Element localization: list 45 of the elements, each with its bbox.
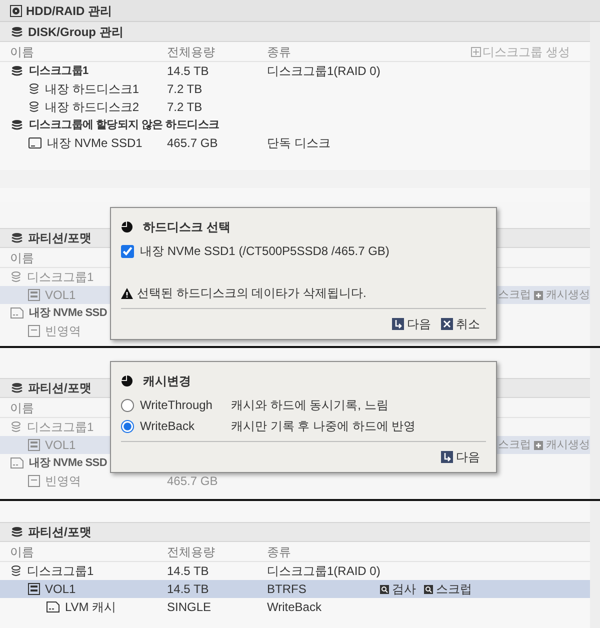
type-cell-text: 단독 디스크	[267, 135, 332, 152]
column-header: 종류	[267, 44, 291, 60]
column-header: 이름	[10, 544, 34, 560]
capacity-cell-text: 7.2 TB	[167, 99, 204, 116]
row-name: VOL1	[45, 581, 76, 598]
type-cell-text: 디스크그룹1(RAID 0)	[267, 63, 380, 80]
row-name: 내장 NVMe SSD1	[47, 135, 142, 152]
option-description: 캐시와 하드에 동시기록, 느림	[231, 397, 388, 414]
column-header: 전체용량	[167, 544, 215, 560]
capacity-cell-text: 7.2 TB	[167, 81, 204, 98]
row-name: VOL1	[45, 287, 76, 304]
warning-message: 선택된 하드디스크의 데이타가 삭제됩니다.	[137, 285, 366, 302]
capacity-cell-text: 14.5 TB	[167, 63, 210, 80]
row-name: 내장 NVMe SSD	[29, 456, 107, 471]
row-name: 디스크그룹1	[29, 64, 88, 79]
option-label: WriteBack	[140, 418, 196, 435]
type-cell-text: WriteBack	[267, 599, 322, 616]
capacity-cell-text: 465.7 GB	[167, 135, 219, 152]
capacity-cell-text: 14.5 TB	[167, 563, 210, 580]
type-cell-text: 디스크그룹1(RAID 0)	[267, 563, 380, 580]
row-name: 디스크그룹에 할당되지 않은 하드디스크	[29, 118, 220, 133]
row-name: 디스크그룹1	[27, 563, 94, 580]
row-name: 디스크그룹1	[27, 269, 94, 286]
option-description: 캐시만 기록 후 나중에 하드에 반영	[231, 418, 416, 435]
column-header: 종류	[267, 544, 291, 560]
capacity-cell-text: 465.7 GB	[167, 473, 219, 490]
row-name: 내장 NVMe SSD	[29, 306, 107, 321]
row-name: 디스크그룹1	[27, 419, 94, 436]
column-header: 이름	[10, 400, 34, 416]
column-header: 전체용량	[167, 44, 215, 60]
row-name: 내장 하드디스크2	[45, 99, 140, 116]
type-cell-text: BTRFS	[267, 581, 308, 598]
section-header: DISK/Group 관리	[0, 22, 590, 42]
row-name: 빈영역	[45, 473, 81, 490]
column-header: 이름	[10, 250, 34, 266]
column-header: 이름	[10, 44, 34, 60]
row-name: VOL1	[45, 437, 76, 454]
section-header: 파티션/포맷	[0, 522, 590, 542]
option-label: WriteThrough	[140, 397, 214, 414]
row-name: LVM 캐시	[65, 599, 116, 616]
capacity-cell-text: SINGLE	[167, 599, 212, 616]
panel-header: HDD/RAID 관리	[0, 0, 600, 22]
capacity-cell-text: 14.5 TB	[167, 581, 210, 598]
row-name: 내장 하드디스크1	[45, 81, 140, 98]
row-name: 빈영역	[45, 323, 81, 340]
